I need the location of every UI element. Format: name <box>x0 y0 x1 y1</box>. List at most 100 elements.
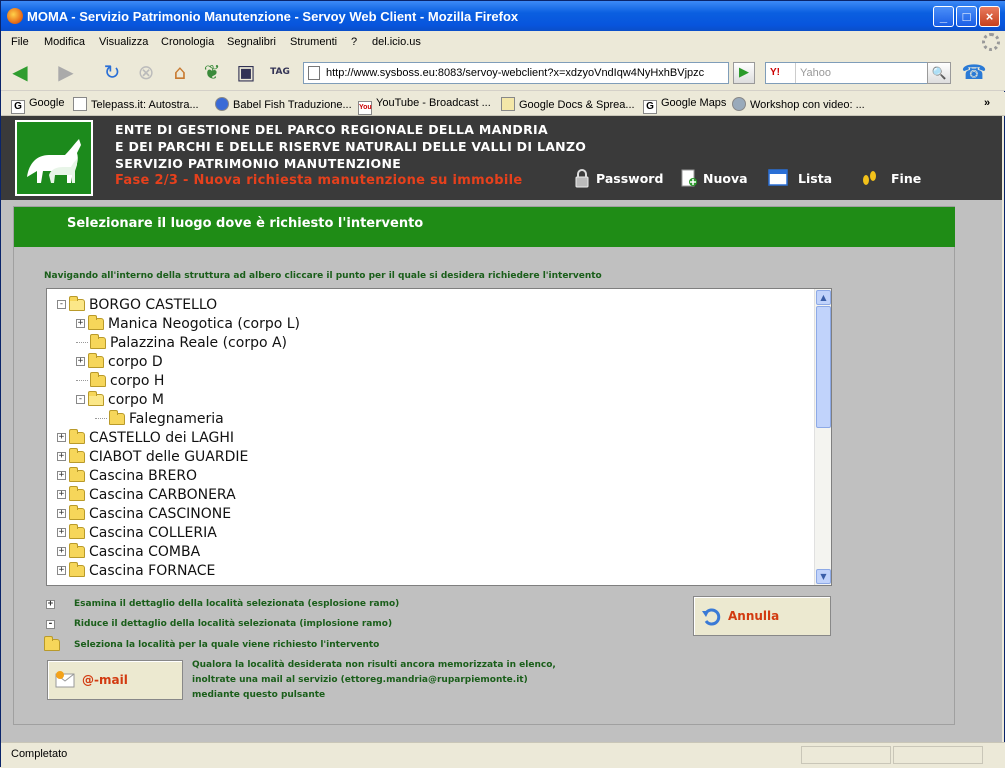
maximize-button[interactable]: □ <box>956 6 977 27</box>
tree-node-label[interactable]: corpo M <box>108 392 164 408</box>
forward-icon[interactable]: ▶ <box>53 60 79 84</box>
tree-node[interactable]: + Cascina BRERO <box>57 466 197 485</box>
nuova-button[interactable]: Nuova <box>679 168 748 188</box>
tree-node[interactable]: + Cascina FORNACE <box>57 561 215 580</box>
collapse-icon[interactable]: - <box>57 300 66 309</box>
search-button[interactable]: 🔍 <box>927 62 951 84</box>
more-bookmarks-chevron-icon[interactable]: » <box>984 97 990 109</box>
tree-node[interactable]: - corpo M <box>76 390 164 409</box>
menu-strumenti[interactable]: Strumenti <box>290 36 337 48</box>
expand-icon[interactable]: + <box>57 433 66 442</box>
screen-icon[interactable]: ▣ <box>233 60 259 84</box>
expand-icon[interactable]: + <box>57 490 66 499</box>
reload-icon[interactable]: ↻ <box>99 60 125 84</box>
bookmark-workshop[interactable]: Workshop con video: ... <box>732 97 865 111</box>
tree-node[interactable]: - BORGO CASTELLO <box>57 295 217 314</box>
expand-icon[interactable]: + <box>57 509 66 518</box>
menu-file[interactable]: File <box>11 36 29 48</box>
folder-open-icon <box>69 295 85 311</box>
home-icon[interactable]: ⌂ <box>167 60 193 84</box>
page-icon <box>73 97 87 111</box>
fine-button[interactable]: Fine <box>859 168 921 188</box>
tree-node[interactable]: corpo H <box>76 371 164 390</box>
expand-icon[interactable]: + <box>57 528 66 537</box>
expand-icon[interactable]: + <box>76 319 85 328</box>
tree-node[interactable]: + Cascina COLLERIA <box>57 523 217 542</box>
tree-node-label[interactable]: Cascina BRERO <box>89 468 197 484</box>
tree-node[interactable]: + CASTELLO dei LAGHI <box>57 428 234 447</box>
tree-node[interactable]: + Cascina CASCINONE <box>57 504 231 523</box>
expand-icon[interactable]: + <box>57 566 66 575</box>
bookmark-babelfish[interactable]: Babel Fish Traduzione... <box>215 97 352 111</box>
address-text: http://www.sysboss.eu:8083/servoy-webcli… <box>326 67 705 79</box>
tree-node-label[interactable]: Cascina COMBA <box>89 544 200 560</box>
close-button[interactable]: × <box>979 6 1000 27</box>
leaf-icon[interactable]: ❦ <box>199 60 225 84</box>
location-tree[interactable]: - BORGO CASTELLO + Manica Neogotica (corpo … <box>46 288 832 586</box>
tree-instruction: Navigando all'interno della struttura ad… <box>44 271 602 281</box>
expand-icon[interactable]: + <box>57 452 66 461</box>
tree-node-label[interactable]: CIABOT delle GUARDIE <box>89 449 248 465</box>
menu-modifica[interactable]: Modifica <box>44 36 85 48</box>
bookmark-telepass[interactable]: Telepass.it: Autostra... <box>73 97 199 111</box>
tree-node[interactable]: + Cascina COMBA <box>57 542 200 561</box>
stop-icon[interactable]: ⊗ <box>133 60 159 84</box>
tree-scrollbar[interactable]: ▲ ▼ <box>814 289 831 585</box>
email-button[interactable]: @-mail <box>47 660 183 700</box>
folder-icon <box>69 542 85 558</box>
expand-icon[interactable]: + <box>76 357 85 366</box>
tree-node[interactable]: + Manica Neogotica (corpo L) <box>76 314 300 333</box>
tree-node[interactable]: Palazzina Reale (corpo A) <box>76 333 287 352</box>
tree-node-label[interactable]: Cascina CASCINONE <box>89 506 231 522</box>
yahoo-icon[interactable]: Y! <box>766 63 796 83</box>
menu-help[interactable]: ? <box>351 36 357 48</box>
bookmark-googledocs[interactable]: Google Docs & Sprea... <box>501 97 635 111</box>
search-box[interactable]: Y! Yahoo <box>765 62 951 84</box>
bookmark-googlemaps[interactable]: G Google Maps <box>643 97 726 114</box>
menu-delicious[interactable]: del.icio.us <box>372 36 421 48</box>
menu-visualizza[interactable]: Visualizza <box>99 36 148 48</box>
minimize-button[interactable]: _ <box>933 6 954 27</box>
tree-node-label[interactable]: Cascina FORNACE <box>89 563 215 579</box>
fine-label: Fine <box>891 170 922 186</box>
tree-node-label[interactable]: Manica Neogotica (corpo L) <box>108 316 300 332</box>
go-button[interactable]: ▶ <box>733 62 755 84</box>
tree-node-label[interactable]: CASTELLO dei LAGHI <box>89 430 234 446</box>
lista-button[interactable]: Lista <box>768 168 832 188</box>
tree-node-label[interactable]: Palazzina Reale (corpo A) <box>110 335 287 351</box>
scroll-up-icon[interactable]: ▲ <box>816 290 831 305</box>
expand-icon[interactable]: + <box>57 471 66 480</box>
tree-node[interactable]: + corpo D <box>76 352 163 371</box>
tree-connector <box>76 342 88 343</box>
tag-icon[interactable]: TAG <box>267 60 293 84</box>
tree-node-label[interactable]: BORGO CASTELLO <box>89 297 217 313</box>
folder-icon <box>69 561 85 577</box>
bookmark-google[interactable]: G Google <box>11 97 64 114</box>
tree-node-label[interactable]: Cascina CARBONERA <box>89 487 236 503</box>
folder-icon <box>69 523 85 539</box>
people-icon <box>732 97 746 111</box>
skype-icon[interactable]: ☎ <box>961 60 987 84</box>
menu-cronologia[interactable]: Cronologia <box>161 36 214 48</box>
password-button[interactable]: Password <box>572 168 663 188</box>
tree-node-label[interactable]: Falegnameria <box>129 411 224 427</box>
folder-icon <box>88 314 104 330</box>
tree-node[interactable]: Falegnameria <box>95 409 224 428</box>
header-line-1: ENTE DI GESTIONE DEL PARCO REGIONALE DEL… <box>115 122 548 137</box>
tree-node[interactable]: + Cascina CARBONERA <box>57 485 236 504</box>
back-icon[interactable]: ◀ <box>7 60 33 84</box>
tree-node-label[interactable]: corpo H <box>110 373 164 389</box>
address-bar[interactable]: http://www.sysboss.eu:8083/servoy-webcli… <box>303 62 729 84</box>
expand-icon[interactable]: + <box>57 547 66 556</box>
tree-node-label[interactable]: Cascina COLLERIA <box>89 525 217 541</box>
collapse-icon[interactable]: - <box>76 395 85 404</box>
bookmark-youtube[interactable]: You YouTube - Broadcast ... <box>358 97 491 115</box>
google-icon: G <box>11 100 25 114</box>
scroll-thumb[interactable] <box>816 306 831 428</box>
tree-node-label[interactable]: corpo D <box>108 354 163 370</box>
annulla-button[interactable]: Annulla <box>693 596 831 636</box>
menu-segnalibri[interactable]: Segnalibri <box>227 36 276 48</box>
email-icon <box>55 671 75 688</box>
scroll-down-icon[interactable]: ▼ <box>816 569 831 584</box>
tree-node[interactable]: + CIABOT delle GUARDIE <box>57 447 248 466</box>
